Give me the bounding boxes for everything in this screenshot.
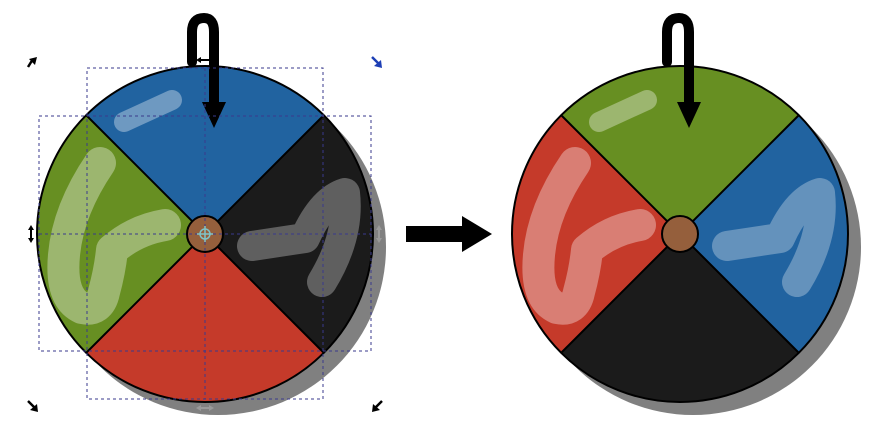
rotate-handle-icon[interactable] [371, 56, 382, 68]
wheel-after-rotation[interactable] [511, 12, 861, 415]
illustration-canvas [26, 12, 861, 415]
rotate-handle-icon[interactable] [27, 400, 38, 412]
skew-handle-icon[interactable] [28, 225, 34, 243]
rotate-handle-icon[interactable] [26, 57, 37, 68]
right-arrow-icon [406, 216, 492, 252]
rotate-handle-icon[interactable] [372, 400, 383, 412]
wheel-before-rotation[interactable] [36, 12, 386, 415]
center-hub[interactable] [661, 215, 699, 253]
